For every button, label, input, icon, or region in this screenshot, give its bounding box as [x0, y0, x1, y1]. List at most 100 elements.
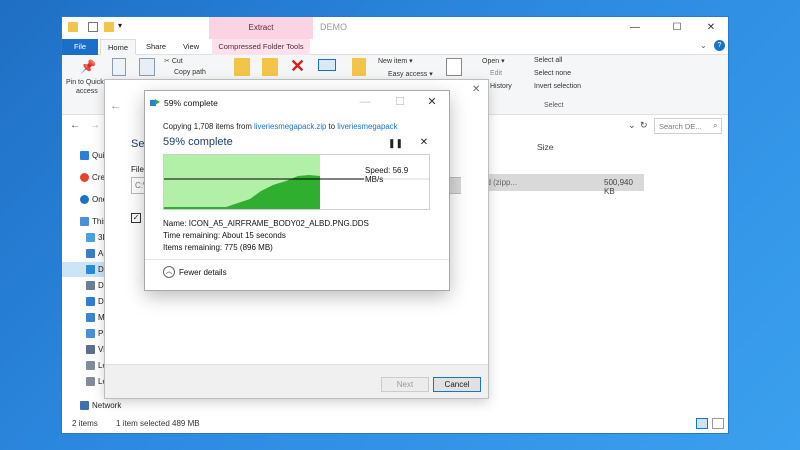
cut-label: Cut [171, 58, 183, 65]
move-to-icon[interactable] [234, 58, 250, 76]
new-item-button[interactable]: New item ▾ [378, 57, 413, 65]
search-input[interactable]: Search DE... ⌕ [654, 118, 722, 134]
star-icon [80, 151, 89, 160]
easy-access-button[interactable]: Easy access ▾ [388, 70, 433, 78]
address-dropdown-icon[interactable]: ⌄ [628, 120, 636, 131]
tab-share[interactable]: Share [146, 39, 166, 55]
copy-path-button[interactable]: Copy path [174, 69, 206, 76]
nav-item-documents[interactable]: Do [62, 278, 108, 293]
nav-item-local-disk-d[interactable]: Lo [62, 374, 107, 389]
new-folder-icon[interactable] [104, 22, 114, 32]
pictures-icon [86, 329, 95, 338]
copy-to-icon[interactable] [262, 58, 278, 76]
history-button[interactable]: History [490, 83, 512, 90]
nav-item-label: Vi [98, 345, 105, 354]
column-header-size[interactable]: Size [537, 142, 554, 152]
dialog-maximize-icon[interactable]: ☐ [388, 94, 412, 110]
maximize-icon[interactable]: ☐ [660, 20, 694, 36]
dialog-minimize-icon[interactable]: — [353, 94, 377, 110]
status-selection: 1 item selected 489 MB [116, 419, 200, 428]
fewer-details-label: Fewer details [179, 268, 227, 277]
edit-button[interactable]: Edit [490, 70, 502, 77]
nav-item-videos[interactable]: Vi [62, 342, 106, 357]
paste-icon[interactable] [139, 58, 155, 76]
tab-file[interactable]: File [62, 39, 98, 55]
copy-description: Copying 1,708 items from liveriesmegapac… [163, 122, 397, 131]
close-icon[interactable]: ✕ [694, 20, 728, 36]
network-icon [80, 401, 89, 410]
ribbon-tabs: File Home Share View Compressed Folder T… [62, 39, 728, 55]
time-remaining: Time remaining: About 15 seconds [163, 231, 286, 240]
pin-to-quick-access-button[interactable]: Pin to Quick [66, 79, 104, 86]
nav-item-downloads[interactable]: Do [62, 294, 108, 309]
help-icon[interactable]: ? [714, 40, 725, 51]
source-link[interactable]: liveriesmegapack.zip [254, 122, 326, 131]
status-bar: 2 items 1 item selected 489 MB [62, 415, 728, 433]
destination-path-text: C:\ [135, 181, 146, 190]
details-view-icon[interactable] [696, 418, 708, 429]
nav-item-3d-objects[interactable]: 3D [62, 230, 108, 245]
nav-item-music[interactable]: M [62, 310, 106, 325]
pause-icon[interactable]: ❚❚ [388, 138, 403, 150]
nav-item-this-pc[interactable]: This [62, 214, 107, 229]
show-extracted-files-checkbox[interactable]: ✓ [131, 213, 141, 223]
dialog-close-icon[interactable]: ✕ [420, 94, 444, 110]
divider [145, 259, 449, 260]
wizard-back-arrow-icon[interactable]: ← [110, 100, 121, 112]
ribbon-collapse-icon[interactable]: ⌄ [700, 41, 707, 50]
large-icons-view-icon[interactable] [712, 418, 724, 429]
nav-item-label: M [98, 313, 105, 322]
pin-icon[interactable]: 📌 [80, 59, 96, 74]
copy-icon[interactable] [112, 58, 126, 76]
properties-icon[interactable] [88, 22, 98, 32]
transfer-speed-graph: Speed: 56.9 MB/s [163, 154, 430, 210]
tab-view[interactable]: View [183, 39, 199, 55]
browse-button[interactable] [447, 178, 461, 193]
nav-item-desktop[interactable]: De [62, 262, 108, 277]
delete-icon[interactable]: ✕ [290, 56, 305, 77]
title-bar[interactable]: ▾ Extract DEMO — ☐ ✕ [62, 17, 728, 39]
select-none-button[interactable]: Select none [534, 70, 571, 77]
wizard-footer: Next Cancel [105, 364, 488, 398]
nav-item-local-disk-c[interactable]: Lo [62, 358, 107, 373]
cut-button[interactable]: ✂ Cut [164, 57, 183, 65]
nav-item-quick-access[interactable]: Qui [62, 148, 106, 163]
3d-objects-icon [86, 233, 95, 242]
navigation-pane: Qui Cre One This 3D Ap De Do Do M Pi Vi … [62, 139, 108, 414]
minimize-icon[interactable]: — [618, 20, 652, 36]
open-button[interactable]: Open ▾ [482, 57, 505, 65]
destination-link[interactable]: liveriesmegapack [337, 122, 397, 131]
nav-item-label: Qui [92, 151, 105, 160]
nav-item-network[interactable]: Network [62, 398, 162, 413]
refresh-icon[interactable]: ↻ [640, 120, 648, 131]
new-folder-ribbon-icon[interactable] [352, 58, 366, 76]
wizard-close-icon[interactable]: ✕ [472, 84, 480, 95]
properties-ribbon-icon[interactable] [446, 58, 462, 76]
music-icon [86, 313, 95, 322]
local-disk-icon [86, 377, 95, 386]
back-arrow-icon[interactable]: ← [70, 120, 80, 131]
chevron-up-icon: ︿ [163, 266, 175, 278]
copy-prefix: Copying 1,708 items from [163, 122, 255, 131]
forward-arrow-icon[interactable]: → [90, 120, 100, 131]
rename-icon[interactable] [318, 59, 336, 71]
invert-selection-button[interactable]: Invert selection [534, 83, 581, 90]
table-row[interactable]: ssed (zipp... 500,940 KB [462, 174, 644, 196]
speed-label: Speed: 56.9 MB/s [364, 166, 429, 184]
nav-item-onedrive[interactable]: One [62, 192, 107, 207]
select-all-button[interactable]: Select all [534, 57, 562, 64]
tab-home[interactable]: Home [100, 39, 136, 55]
extract-progress-icon [150, 97, 161, 108]
pin-to-quick-access-label: access [76, 88, 98, 95]
tab-compressed-folder-tools[interactable]: Compressed Folder Tools [212, 39, 310, 55]
cancel-copy-icon[interactable]: ✕ [417, 137, 431, 151]
nav-item-label: Cre [92, 173, 105, 182]
nav-item-pictures[interactable]: Pi [62, 326, 106, 341]
creative-cloud-icon [80, 173, 89, 182]
next-button[interactable]: Next [381, 377, 429, 392]
nav-item-apps[interactable]: Ap [62, 246, 108, 261]
downloads-icon [86, 297, 95, 306]
nav-item-creative-cloud[interactable]: Cre [62, 170, 106, 185]
cancel-button[interactable]: Cancel [433, 377, 481, 392]
quick-access-dropdown-icon[interactable]: ▾ [118, 21, 122, 30]
